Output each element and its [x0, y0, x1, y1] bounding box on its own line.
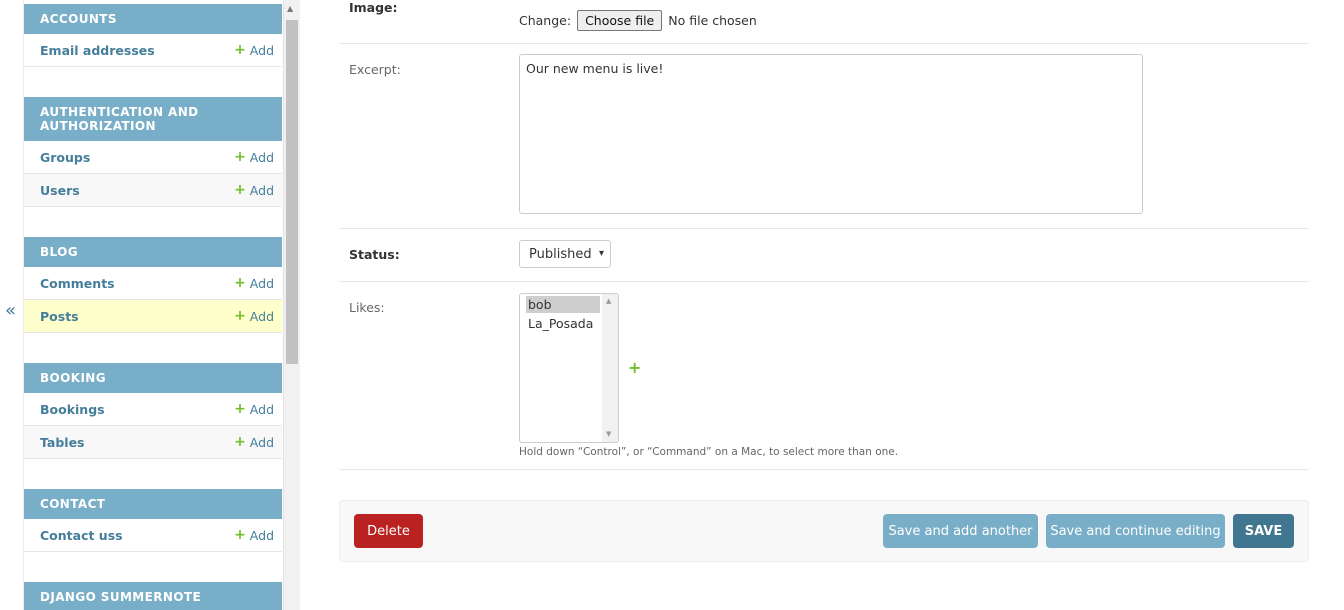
no-file-text: No file chosen — [668, 13, 757, 28]
add-group-link[interactable]: + Add — [234, 149, 274, 165]
status-label: Status: — [349, 247, 400, 262]
scroll-up-arrow-icon[interactable]: ▲ — [287, 4, 293, 13]
sidebar-link-comments[interactable]: Comments — [40, 276, 115, 291]
module-header: AUTHENTICATION AND AUTHORIZATION — [24, 97, 282, 141]
chevron-down-icon: ▾ — [598, 248, 604, 259]
plus-icon: + — [234, 401, 246, 417]
add-user-link[interactable]: + Add — [234, 182, 274, 198]
add-booking-link[interactable]: + Add — [234, 401, 274, 417]
add-label: Add — [249, 42, 274, 58]
sidebar-item-comments: Comments + Add — [24, 267, 282, 300]
likes-label: Likes: — [349, 300, 385, 315]
field-row-likes: Likes: bob La_Posada ▲ ▼ + Hold down “Co… — [339, 282, 1309, 470]
sidebar-link-posts[interactable]: Posts — [40, 309, 79, 324]
plus-icon: + — [234, 149, 246, 165]
sidebar-link-email-addresses[interactable]: Email addresses — [40, 43, 155, 58]
module-blog: BLOG Comments + Add Posts + Add — [24, 237, 282, 333]
change-label: Change: — [519, 13, 572, 28]
scrollbar-thumb[interactable] — [286, 20, 298, 364]
plus-icon: + — [234, 527, 246, 543]
sidebar-item-bookings: Bookings + Add — [24, 393, 282, 426]
add-contact-link[interactable]: + Add — [234, 527, 274, 543]
module-accounts: ACCOUNTS Email addresses + Add — [24, 4, 282, 67]
scroll-down-arrow-icon[interactable]: ▼ — [606, 430, 611, 438]
field-row-status: Status: Published ▾ — [339, 229, 1309, 282]
add-comment-link[interactable]: + Add — [234, 275, 274, 291]
module-header: ACCOUNTS — [24, 4, 282, 34]
add-label: Add — [249, 401, 274, 417]
likes-help-text: Hold down “Control”, or “Command” on a M… — [519, 446, 899, 458]
image-label: Image: — [349, 0, 398, 15]
add-label: Add — [249, 527, 274, 543]
collapse-sidebar-icon[interactable]: « — [5, 300, 16, 321]
status-select[interactable]: Published ▾ — [519, 240, 611, 268]
add-label: Add — [249, 308, 274, 324]
sidebar-link-tables[interactable]: Tables — [40, 435, 85, 450]
sidebar-item-groups: Groups + Add — [24, 141, 282, 174]
save-and-continue-button[interactable]: Save and continue editing — [1046, 514, 1225, 548]
sidebar-link-users[interactable]: Users — [40, 183, 80, 198]
module-header: BLOG — [24, 237, 282, 267]
plus-icon: + — [234, 275, 246, 291]
add-label: Add — [249, 149, 274, 165]
likes-multiselect[interactable]: bob La_Posada ▲ ▼ — [519, 293, 619, 443]
sidebar-scrollbar[interactable]: ▲ — [283, 0, 300, 610]
sidebar-collapse-strip[interactable]: « — [0, 0, 24, 610]
plus-icon: + — [234, 42, 246, 58]
module-django-summernote: DJANGO SUMMERNOTE — [24, 582, 282, 610]
module-authentication: AUTHENTICATION AND AUTHORIZATION Groups … — [24, 97, 282, 207]
add-label: Add — [249, 275, 274, 291]
image-change: Change: Choose file No file chosen — [519, 10, 757, 31]
sidebar-item-posts: Posts + Add — [24, 300, 282, 333]
add-post-link[interactable]: + Add — [234, 308, 274, 324]
add-email-address-link[interactable]: + Add — [234, 42, 274, 58]
save-button[interactable]: SAVE — [1233, 514, 1294, 548]
sidebar-item-contact-uss: Contact uss + Add — [24, 519, 282, 552]
likes-option-bob[interactable]: bob — [526, 296, 600, 313]
module-header: CONTACT — [24, 489, 282, 519]
sidebar-item-email-addresses: Email addresses + Add — [24, 34, 282, 67]
field-row-excerpt: Excerpt: Our new menu is live! — [339, 44, 1309, 229]
module-header: BOOKING — [24, 363, 282, 393]
plus-icon: + — [234, 434, 246, 450]
field-row-image: Image: Change: Choose file No file chose… — [339, 0, 1309, 44]
sidebar-link-bookings[interactable]: Bookings — [40, 402, 105, 417]
scroll-up-arrow-icon[interactable]: ▲ — [606, 297, 611, 305]
module-contact: CONTACT Contact uss + Add — [24, 489, 282, 552]
add-table-link[interactable]: + Add — [234, 434, 274, 450]
sidebar-link-contact-uss[interactable]: Contact uss — [40, 528, 123, 543]
delete-button[interactable]: Delete — [354, 514, 423, 548]
plus-icon: + — [234, 308, 246, 324]
sidebar-item-users: Users + Add — [24, 174, 282, 207]
add-label: Add — [249, 182, 274, 198]
excerpt-label: Excerpt: — [349, 62, 401, 77]
module-booking: BOOKING Bookings + Add Tables + Add — [24, 363, 282, 459]
sidebar-link-groups[interactable]: Groups — [40, 150, 90, 165]
excerpt-textarea[interactable]: Our new menu is live! — [519, 54, 1143, 214]
sidebar: ACCOUNTS Email addresses + Add AUTHENTICA… — [24, 0, 282, 610]
add-related-like-icon[interactable]: + — [628, 358, 641, 377]
plus-icon: + — [234, 182, 246, 198]
change-form: Image: Change: Choose file No file chose… — [300, 0, 1344, 610]
sidebar-item-tables: Tables + Add — [24, 426, 282, 459]
likes-scrollbar[interactable]: ▲ ▼ — [602, 294, 618, 442]
save-and-add-another-button[interactable]: Save and add another — [883, 514, 1038, 548]
add-label: Add — [249, 434, 274, 450]
choose-file-button[interactable]: Choose file — [577, 10, 663, 31]
likes-option-la-posada[interactable]: La_Posada — [526, 315, 600, 332]
status-selected-value: Published — [529, 246, 592, 262]
module-header: DJANGO SUMMERNOTE — [24, 582, 282, 610]
submit-row: Delete Save and add another Save and con… — [339, 500, 1309, 562]
